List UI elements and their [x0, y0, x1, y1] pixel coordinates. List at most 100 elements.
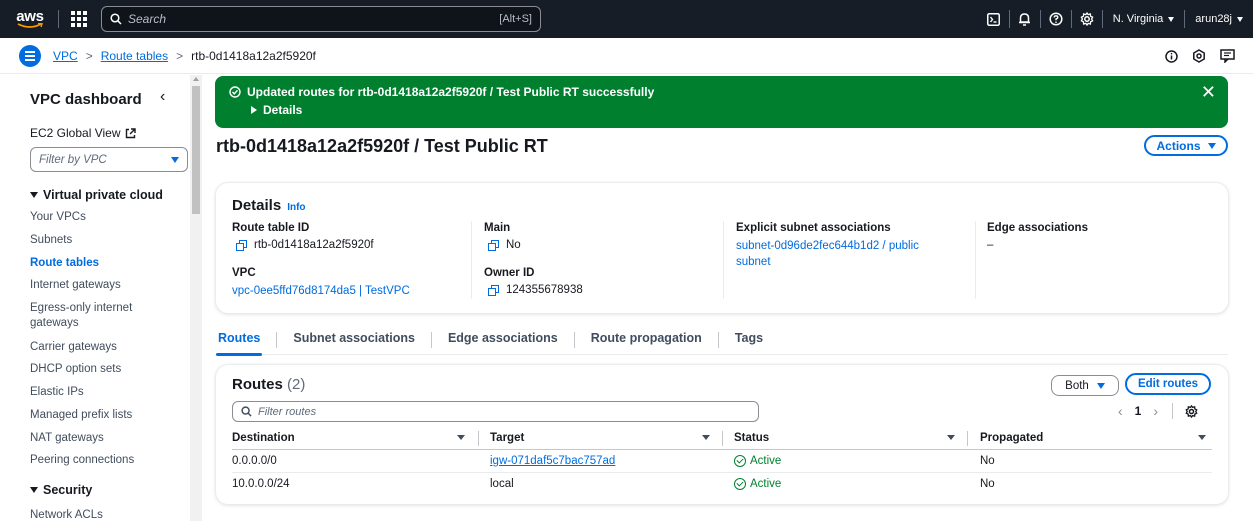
- caret-down-icon: [1207, 142, 1216, 149]
- routes-table-header: Destination Target Status Propagated: [232, 428, 1212, 450]
- tab-edge-associations[interactable]: Edge associations: [432, 325, 574, 355]
- vpc-link[interactable]: vpc-0ee5ffd76d8174da5 | TestVPC: [232, 283, 410, 299]
- section-label: Virtual private cloud: [43, 188, 163, 202]
- sidebar-item-nat-gateways[interactable]: NAT gateways: [30, 431, 180, 446]
- region-selector[interactable]: N. Virginia: [1103, 13, 1185, 25]
- column-header-status[interactable]: Status: [734, 432, 769, 444]
- sidebar-item-elastic-ips[interactable]: Elastic IPs: [30, 385, 180, 400]
- target-link[interactable]: igw-071daf5c7bac757ad: [490, 455, 615, 467]
- column-header-target[interactable]: Target: [490, 432, 524, 444]
- preferences-gear-icon[interactable]: [1185, 404, 1198, 418]
- sidebar-item-subnets[interactable]: Subnets: [30, 233, 180, 248]
- main-label: Main: [484, 222, 511, 234]
- flash-details-label: Details: [263, 103, 303, 117]
- sort-icon[interactable]: [702, 435, 710, 440]
- details-heading-text: Details: [232, 197, 282, 214]
- flash-details-toggle[interactable]: Details: [251, 103, 302, 117]
- sidebar-item-carrier-gateways[interactable]: Carrier gateways: [30, 340, 180, 355]
- copy-icon[interactable]: [236, 239, 247, 251]
- actions-button[interactable]: Actions: [1144, 135, 1228, 156]
- column-header-propagated[interactable]: Propagated: [980, 432, 1043, 444]
- column-divider: [471, 221, 472, 299]
- breadcrumb-current: rtb-0d1418a12a2f5920f: [191, 48, 316, 63]
- sort-icon[interactable]: [947, 435, 955, 440]
- help-icon[interactable]: [1041, 0, 1071, 38]
- scrollbar-thumb[interactable]: [192, 86, 200, 214]
- chevron-right-icon[interactable]: ›: [1153, 403, 1158, 419]
- sidebar-item-label: EC2 Global View: [30, 126, 121, 140]
- tab-tags[interactable]: Tags: [719, 325, 779, 355]
- status-text: Active: [750, 478, 782, 490]
- search-placeholder: Search: [128, 12, 167, 26]
- edit-routes-button[interactable]: Edit routes: [1125, 373, 1211, 395]
- sidebar-item-peering-connections[interactable]: Peering connections: [30, 453, 180, 468]
- chevron-right-icon: >: [85, 48, 93, 63]
- sidebar-item-egress-only-gateways[interactable]: Egress-only internet gateways: [30, 301, 150, 331]
- feedback-icon[interactable]: [1220, 49, 1235, 63]
- sidebar-item-route-tables[interactable]: Route tables: [30, 256, 180, 271]
- close-sidebar-icon[interactable]: ‹: [160, 88, 165, 106]
- sidebar-section-security[interactable]: Security: [30, 483, 92, 497]
- caret-down-icon: [171, 156, 179, 163]
- sort-icon[interactable]: [1198, 435, 1206, 440]
- copy-icon[interactable]: [488, 284, 499, 296]
- tab-routes[interactable]: Routes: [216, 325, 276, 356]
- sort-icon[interactable]: [457, 435, 465, 440]
- column-resize-handle[interactable]: [967, 431, 968, 446]
- table-row[interactable]: 10.0.0.0/24 local Active No: [232, 474, 1212, 496]
- gear-icon[interactable]: [1072, 0, 1102, 38]
- sidebar-item-your-vpcs[interactable]: Your VPCs: [30, 210, 180, 225]
- chevron-left-icon[interactable]: ‹: [1118, 403, 1123, 419]
- sidebar-item-dhcp-option-sets[interactable]: DHCP option sets: [30, 362, 180, 377]
- account-name: arun28j: [1195, 13, 1232, 25]
- scroll-up-arrow-icon[interactable]: [193, 77, 199, 81]
- vpc-filter-select[interactable]: Filter by VPC: [30, 147, 188, 172]
- info-link[interactable]: Info: [287, 202, 305, 213]
- cloudshell-icon[interactable]: [979, 0, 1009, 38]
- page-title: rtb-0d1418a12a2f5920f / Test Public RT: [216, 136, 548, 156]
- tab-subnet-associations[interactable]: Subnet associations: [277, 325, 431, 355]
- tab-route-propagation[interactable]: Route propagation: [575, 325, 718, 355]
- filter-routes-input[interactable]: Filter routes: [232, 401, 759, 422]
- section-label: Security: [43, 483, 93, 497]
- settings-icon[interactable]: [1192, 49, 1206, 63]
- aws-logo-text: aws: [16, 7, 44, 25]
- sidebar-title[interactable]: VPC dashboard: [30, 91, 142, 108]
- sidebar-item-ec2-global-view[interactable]: EC2 Global View: [30, 126, 136, 140]
- sidebar-scrollbar[interactable]: [190, 75, 202, 521]
- status-success-icon: [734, 478, 746, 490]
- breadcrumb-vpc[interactable]: VPC: [53, 49, 78, 63]
- route-filter-select[interactable]: Both: [1051, 375, 1119, 396]
- routes-heading: Routes (2): [232, 376, 305, 393]
- services-grid-icon[interactable]: [69, 9, 89, 29]
- copy-icon[interactable]: [488, 239, 499, 251]
- page-number[interactable]: 1: [1135, 404, 1142, 418]
- breadcrumb-route-tables[interactable]: Route tables: [101, 49, 168, 63]
- cell-target: igw-071daf5c7bac757ad: [490, 455, 615, 467]
- column-resize-handle[interactable]: [722, 431, 723, 446]
- vpc-filter-placeholder: Filter by VPC: [39, 153, 107, 166]
- sidebar-section-vpc[interactable]: Virtual private cloud: [30, 188, 163, 202]
- column-divider: [723, 221, 724, 299]
- column-resize-handle[interactable]: [478, 431, 479, 446]
- close-icon[interactable]: ✕: [1201, 82, 1216, 103]
- side-navigation: VPC dashboard ‹ EC2 Global View Filter b…: [0, 75, 190, 521]
- column-header-destination[interactable]: Destination: [232, 432, 295, 444]
- aws-logo[interactable]: aws: [8, 0, 52, 38]
- cell-destination: 10.0.0.0/24: [232, 478, 290, 490]
- edge-associations-label: Edge associations: [987, 222, 1088, 234]
- route-table-id-text: rtb-0d1418a12a2f5920f: [254, 239, 374, 251]
- explicit-subnet-link[interactable]: subnet-0d96de2fec644b1d2 / public subnet: [736, 238, 951, 270]
- bell-icon[interactable]: [1010, 0, 1040, 38]
- caret-down-icon: [1168, 16, 1175, 22]
- info-icon[interactable]: [1165, 49, 1178, 63]
- global-search-input[interactable]: Search [Alt+S]: [101, 6, 541, 32]
- hamburger-menu-icon[interactable]: [19, 44, 41, 67]
- aws-smile-icon: [17, 22, 43, 28]
- table-row[interactable]: 0.0.0.0/0 igw-071daf5c7bac757ad Active N…: [232, 451, 1212, 473]
- main-content: Updated routes for rtb-0d1418a12a2f5920f…: [202, 75, 1253, 521]
- account-menu[interactable]: arun28j: [1185, 13, 1253, 25]
- details-heading: Details Info: [232, 197, 306, 214]
- sidebar-item-managed-prefix-lists[interactable]: Managed prefix lists: [30, 408, 180, 423]
- sidebar-item-internet-gateways[interactable]: Internet gateways: [30, 278, 180, 293]
